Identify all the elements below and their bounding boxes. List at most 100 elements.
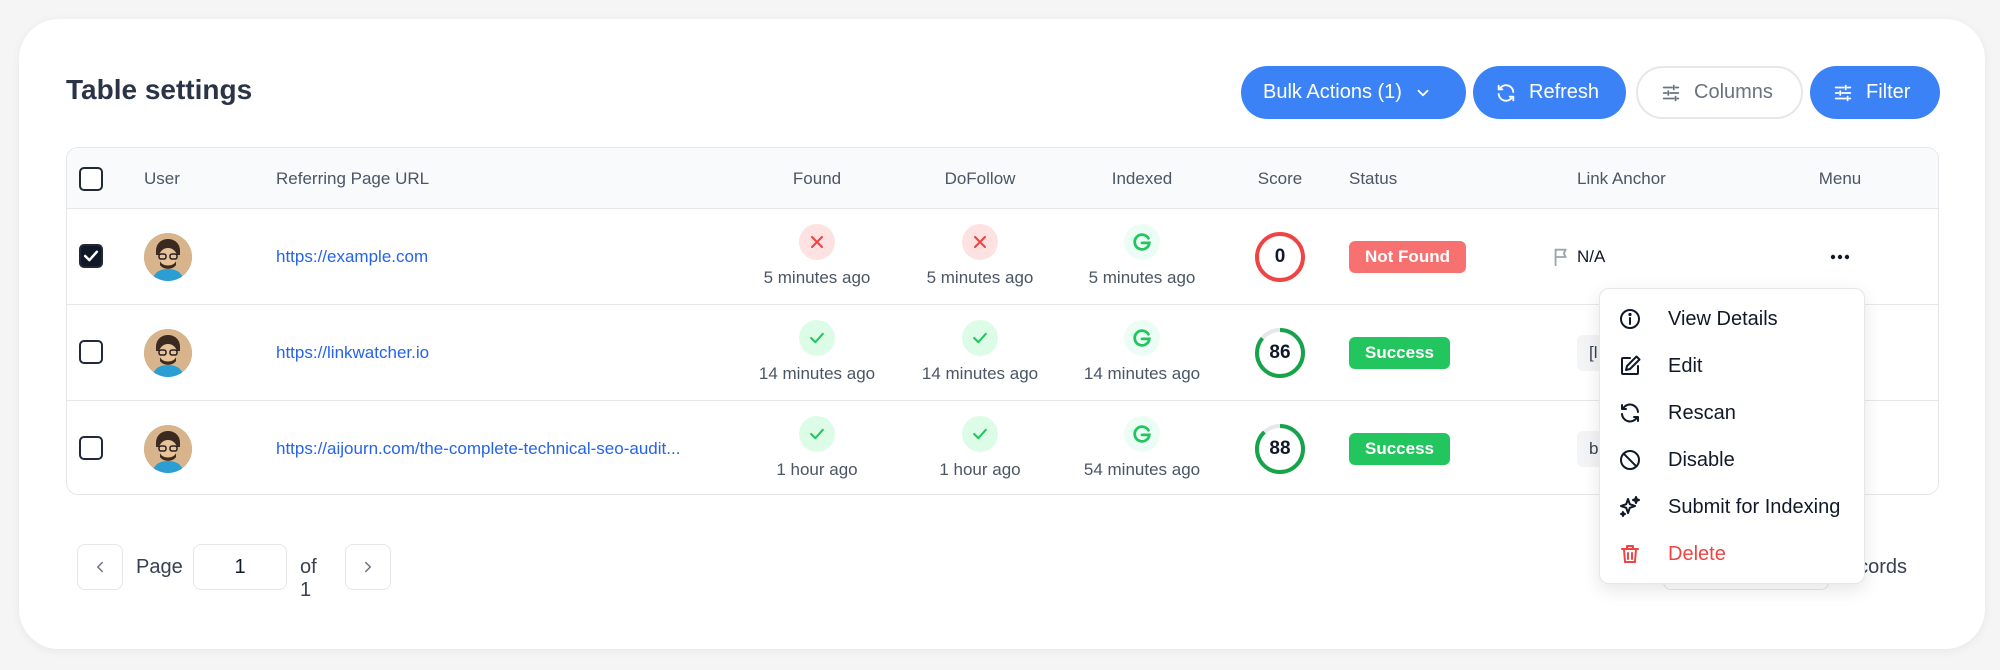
column-dofollow[interactable]: DoFollow bbox=[945, 169, 1016, 189]
score-ring: 88 bbox=[1254, 423, 1306, 475]
check-icon bbox=[962, 320, 998, 356]
score-ring: 86 bbox=[1254, 327, 1306, 379]
referring-url-link[interactable]: https://linkwatcher.io bbox=[276, 343, 429, 363]
score-ring: 0 bbox=[1254, 231, 1306, 283]
avatar bbox=[144, 233, 192, 281]
chevron-down-icon bbox=[1417, 89, 1429, 96]
columns-sliders-icon bbox=[1662, 84, 1680, 101]
user-avatar-icon bbox=[144, 425, 192, 473]
refresh-button[interactable]: Refresh bbox=[1473, 66, 1626, 119]
google-icon bbox=[1124, 320, 1160, 356]
page-count-label: of 1 bbox=[300, 556, 317, 601]
indexed-time: 54 minutes ago bbox=[1083, 460, 1201, 479]
avatar bbox=[144, 425, 192, 473]
page-title: Table settings bbox=[66, 74, 253, 105]
refresh-icon bbox=[1497, 83, 1515, 102]
menu-item-edit[interactable]: Edit bbox=[1618, 348, 1702, 384]
referring-url-link[interactable]: https://example.com bbox=[276, 247, 428, 267]
row-checkbox[interactable] bbox=[79, 436, 103, 460]
google-icon bbox=[1124, 224, 1160, 260]
status-badge: Success bbox=[1349, 337, 1450, 369]
found-time: 1 hour ago bbox=[776, 460, 858, 479]
columns-button[interactable]: Columns bbox=[1636, 66, 1803, 119]
link-anchor-text: N/A bbox=[1577, 247, 1606, 266]
column-indexed[interactable]: Indexed bbox=[1112, 169, 1173, 189]
user-avatar-icon bbox=[144, 233, 192, 281]
check-icon bbox=[799, 416, 835, 452]
menu-item-label: Delete bbox=[1668, 542, 1726, 565]
column-found[interactable]: Found bbox=[793, 169, 841, 189]
menu-item-label: Disable bbox=[1668, 448, 1735, 471]
indexed-cell: 14 minutes ago bbox=[1062, 320, 1222, 384]
user-avatar-icon bbox=[144, 329, 192, 377]
google-icon bbox=[1124, 416, 1160, 452]
dofollow-time: 5 minutes ago bbox=[926, 268, 1034, 287]
menu-item-submit-for-indexing[interactable]: Submit for Indexing bbox=[1618, 489, 1840, 525]
refresh-icon bbox=[1621, 403, 1639, 423]
trash-icon bbox=[1621, 545, 1639, 563]
score-value: 86 bbox=[1269, 342, 1291, 363]
dofollow-cell: 14 minutes ago bbox=[900, 320, 1060, 384]
column-status[interactable]: Status bbox=[1349, 169, 1397, 189]
menu-item-label: Edit bbox=[1668, 354, 1703, 377]
column-link-anchor[interactable]: Link Anchor bbox=[1577, 169, 1666, 189]
dofollow-time: 14 minutes ago bbox=[921, 364, 1039, 383]
table-header: User Referring Page URL Found DoFollow I… bbox=[67, 148, 1938, 209]
x-icon bbox=[962, 224, 998, 260]
score-value: 0 bbox=[1274, 246, 1286, 267]
x-icon bbox=[799, 224, 835, 260]
dofollow-time: 1 hour ago bbox=[939, 460, 1021, 479]
found-cell: 14 minutes ago bbox=[737, 320, 897, 384]
next-page-button[interactable] bbox=[345, 544, 391, 590]
menu-item-disable[interactable]: Disable bbox=[1618, 442, 1735, 478]
flag-icon[interactable] bbox=[1551, 246, 1573, 268]
column-menu: Menu bbox=[1818, 169, 1862, 188]
status-badge: Not Found bbox=[1349, 241, 1466, 273]
prev-page-button[interactable] bbox=[77, 544, 123, 590]
referring-url-link[interactable]: https://aijourn.com/the-complete-technic… bbox=[276, 439, 680, 459]
page-label: Page bbox=[136, 556, 183, 578]
checkmark-icon bbox=[83, 250, 99, 262]
check-icon bbox=[962, 416, 998, 452]
refresh-label: Refresh bbox=[1529, 81, 1600, 103]
menu-item-label: View Details bbox=[1668, 307, 1778, 330]
menu-item-view-details[interactable]: View Details bbox=[1618, 301, 1778, 337]
more-options-icon[interactable] bbox=[1828, 245, 1852, 269]
bulk-actions-label: Bulk Actions (1) bbox=[1263, 81, 1402, 103]
filter-label: Filter bbox=[1866, 81, 1911, 103]
indexed-cell: 54 minutes ago bbox=[1062, 416, 1222, 480]
check-icon bbox=[799, 320, 835, 356]
dofollow-cell: 1 hour ago bbox=[900, 416, 1060, 480]
indexed-cell: 5 minutes ago bbox=[1062, 224, 1222, 288]
row-context-menu: View Details Edit Rescan Disable Submit … bbox=[1599, 288, 1865, 584]
column-url[interactable]: Referring Page URL bbox=[276, 169, 429, 189]
info-icon bbox=[1620, 309, 1640, 329]
found-cell: 5 minutes ago bbox=[737, 224, 897, 288]
filter-button[interactable]: Filter bbox=[1810, 66, 1940, 119]
menu-item-label: Submit for Indexing bbox=[1668, 495, 1841, 518]
bulk-actions-button[interactable]: Bulk Actions (1) bbox=[1241, 66, 1466, 119]
avatar bbox=[144, 329, 192, 377]
page-number-input[interactable] bbox=[193, 544, 287, 590]
sparkles-icon bbox=[1620, 496, 1640, 517]
indexed-time: 14 minutes ago bbox=[1083, 364, 1201, 383]
indexed-time: 5 minutes ago bbox=[1088, 268, 1196, 287]
edit-icon bbox=[1621, 355, 1641, 375]
row-checkbox[interactable] bbox=[79, 244, 103, 268]
dofollow-cell: 5 minutes ago bbox=[900, 224, 1060, 288]
menu-item-rescan[interactable]: Rescan bbox=[1618, 395, 1736, 431]
column-user[interactable]: User bbox=[144, 169, 180, 189]
filter-sliders-icon bbox=[1834, 84, 1852, 101]
found-cell: 1 hour ago bbox=[737, 416, 897, 480]
ban-icon bbox=[1620, 450, 1640, 470]
menu-item-label: Rescan bbox=[1668, 401, 1736, 424]
select-all-checkbox[interactable] bbox=[79, 167, 103, 191]
column-score[interactable]: Score bbox=[1258, 169, 1302, 189]
chevron-left-icon bbox=[97, 561, 103, 573]
chevron-right-icon bbox=[365, 561, 371, 573]
columns-label: Columns bbox=[1694, 81, 1773, 103]
menu-item-delete[interactable]: Delete bbox=[1618, 536, 1726, 572]
found-time: 5 minutes ago bbox=[763, 268, 871, 287]
found-time: 14 minutes ago bbox=[758, 364, 876, 383]
row-checkbox[interactable] bbox=[79, 340, 103, 364]
